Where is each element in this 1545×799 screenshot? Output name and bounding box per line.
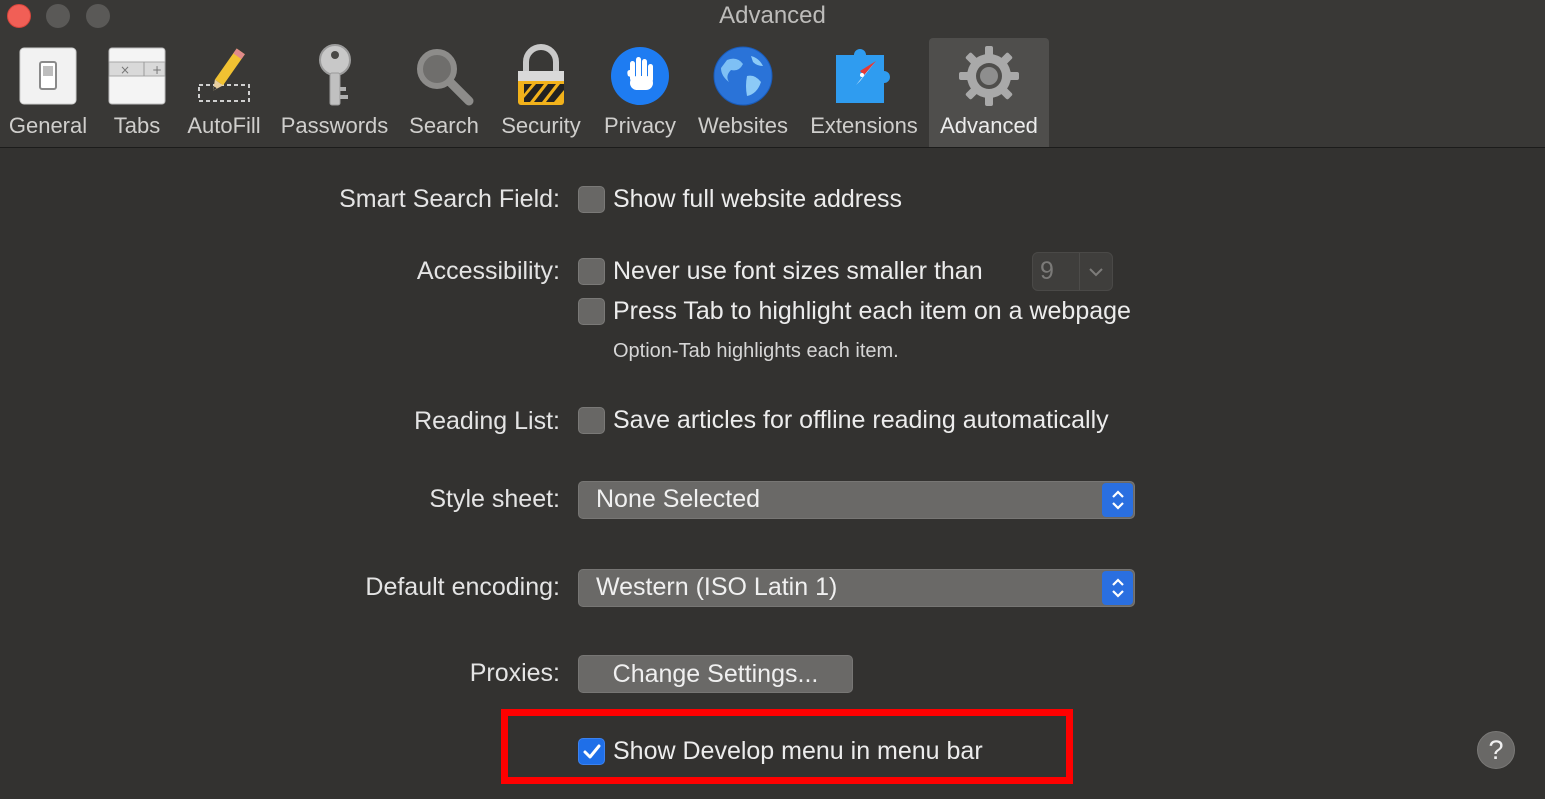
option-tab-note: Option-Tab highlights each item. (613, 340, 899, 362)
smart-search-label: Smart Search Field: (339, 185, 560, 213)
style-sheet-popup[interactable]: None Selected (578, 481, 1135, 519)
general-switch-icon (13, 40, 83, 112)
tab-privacy[interactable]: Privacy (597, 38, 683, 147)
puzzle-compass-icon (829, 40, 899, 112)
help-button[interactable]: ? (1477, 731, 1515, 769)
up-down-chevron-icon (1102, 483, 1133, 517)
min-font-size-checkbox[interactable] (578, 258, 605, 285)
svg-text:×: × (120, 63, 130, 77)
tab-general[interactable]: General (3, 38, 93, 147)
save-offline-checkbox[interactable] (578, 407, 605, 434)
style-sheet-value: None Selected (596, 485, 761, 513)
default-encoding-popup[interactable]: Western (ISO Latin 1) (578, 569, 1135, 607)
globe-icon (708, 40, 778, 112)
default-encoding-value: Western (ISO Latin 1) (596, 573, 838, 601)
accessibility-label: Accessibility: (416, 257, 560, 285)
padlock-icon (506, 40, 576, 112)
show-full-address-checkbox[interactable] (578, 186, 605, 213)
up-down-chevron-icon (1102, 571, 1133, 605)
min-font-size-value: 9 (1040, 257, 1054, 285)
window-title: Advanced (719, 2, 826, 29)
style-sheet-label: Style sheet: (429, 485, 560, 513)
press-tab-text: Press Tab to highlight each item on a we… (613, 297, 1131, 325)
tab-passwords[interactable]: Passwords (276, 38, 393, 147)
show-full-address-text: Show full website address (613, 185, 903, 213)
min-font-size-select[interactable]: 9 (1032, 252, 1113, 291)
reading-list-label: Reading List: (414, 407, 560, 435)
tab-websites[interactable]: Websites (692, 38, 794, 147)
chevron-down-icon (1079, 253, 1112, 290)
key-icon (300, 40, 370, 112)
checkmark-icon (583, 744, 601, 759)
change-settings-button[interactable]: Change Settings... (578, 655, 853, 693)
tab-search[interactable]: Search (403, 38, 485, 147)
toolbar: Advanced General × + Tabs AutoFill Passwo… (0, 0, 1545, 148)
min-font-size-text: Never use font sizes smaller than (613, 257, 983, 285)
pencil-icon (189, 40, 259, 112)
show-develop-menu-text: Show Develop menu in menu bar (613, 737, 983, 765)
tab-tabs[interactable]: × + Tabs (100, 38, 174, 147)
tab-extensions[interactable]: Extensions (804, 38, 924, 147)
save-offline-text: Save articles for offline reading automa… (613, 406, 1109, 434)
hand-icon (605, 40, 675, 112)
press-tab-checkbox[interactable] (578, 298, 605, 325)
show-develop-menu-checkbox[interactable] (578, 738, 605, 765)
tab-security[interactable]: Security (494, 38, 588, 147)
svg-text:+: + (152, 63, 162, 77)
proxies-label: Proxies: (469, 659, 560, 687)
gear-icon (954, 40, 1024, 112)
tab-autofill[interactable]: AutoFill (180, 38, 268, 147)
default-encoding-label: Default encoding: (365, 573, 560, 601)
tabs-icon: × + (102, 40, 172, 112)
magnifier-icon (409, 40, 479, 112)
tab-advanced[interactable]: Advanced (929, 38, 1049, 147)
